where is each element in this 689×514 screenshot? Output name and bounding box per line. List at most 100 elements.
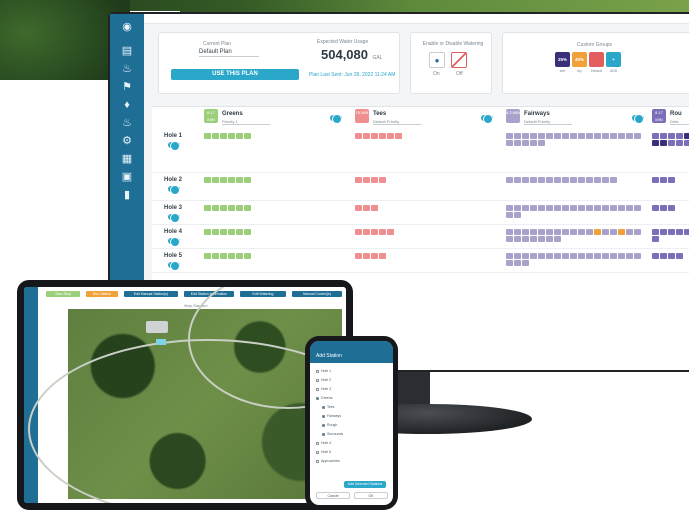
station-chip[interactable]: [244, 133, 251, 139]
phone-list-item[interactable]: Greens: [316, 396, 332, 400]
station-chip[interactable]: [379, 229, 386, 235]
station-chip[interactable]: [363, 253, 370, 259]
station-chip[interactable]: [618, 205, 625, 211]
station-chip[interactable]: [220, 177, 227, 183]
station-chip[interactable]: [538, 229, 545, 235]
station-chip[interactable]: [610, 229, 617, 235]
station-chip[interactable]: [522, 253, 529, 259]
station-chip[interactable]: [634, 253, 641, 259]
map-icon[interactable]: ▣: [119, 170, 135, 184]
station-chip[interactable]: [660, 133, 667, 139]
phone-list-item[interactable]: Rough: [322, 423, 337, 427]
station-chip[interactable]: [626, 229, 633, 235]
station-chip[interactable]: [236, 177, 243, 183]
station-chip[interactable]: [586, 253, 593, 259]
station-chip[interactable]: [652, 133, 659, 139]
station-chip[interactable]: [684, 133, 689, 139]
station-chip[interactable]: [204, 205, 211, 211]
ok-button[interactable]: OK: [354, 492, 388, 499]
station-chip[interactable]: [554, 229, 561, 235]
station-chip[interactable]: [220, 229, 227, 235]
station-chip[interactable]: [570, 177, 577, 183]
station-chip[interactable]: [363, 229, 370, 235]
station-chip[interactable]: [228, 229, 235, 235]
station-chip[interactable]: [236, 133, 243, 139]
phone-list-item[interactable]: Tees: [322, 405, 334, 409]
station-chip[interactable]: [379, 133, 386, 139]
station-chip[interactable]: [506, 205, 513, 211]
station-chip[interactable]: [634, 229, 641, 235]
station-chip[interactable]: [594, 205, 601, 211]
station-chip[interactable]: [220, 205, 227, 211]
station-chip[interactable]: [387, 133, 394, 139]
tablet-toolbar-button[interactable]: Edit Manual Station(s): [124, 291, 178, 297]
phone-list-item[interactable]: Hole 2: [316, 378, 331, 382]
station-chip[interactable]: [228, 205, 235, 211]
station-chip[interactable]: [652, 229, 659, 235]
hole-toggle[interactable]: [168, 141, 180, 151]
station-chip[interactable]: [387, 229, 394, 235]
station-chip[interactable]: [530, 205, 537, 211]
station-chip[interactable]: [538, 133, 545, 139]
tablet-toolbar-button[interactable]: Run Station: [86, 291, 118, 297]
station-chip[interactable]: [506, 253, 513, 259]
station-chip[interactable]: [514, 229, 521, 235]
station-chip[interactable]: [618, 229, 625, 235]
station-chip[interactable]: [355, 253, 362, 259]
station-chip[interactable]: [538, 253, 545, 259]
station-chip[interactable]: [212, 177, 219, 183]
station-chip[interactable]: [554, 236, 561, 242]
station-chip[interactable]: [355, 205, 362, 211]
station-chip[interactable]: [204, 253, 211, 259]
station-chip[interactable]: [228, 253, 235, 259]
station-chip[interactable]: [514, 253, 521, 259]
station-chip[interactable]: [522, 229, 529, 235]
station-chip[interactable]: [610, 133, 617, 139]
station-chip[interactable]: [506, 260, 513, 266]
station-chip[interactable]: [668, 229, 675, 235]
column-priority-select[interactable]: Default Priority: [524, 119, 572, 125]
station-chip[interactable]: [506, 140, 513, 146]
water-off-button[interactable]: [451, 52, 467, 68]
phone-list-item[interactable]: Hole 5: [316, 450, 331, 454]
station-chip[interactable]: [618, 253, 625, 259]
station-chip[interactable]: [676, 140, 683, 146]
flag-icon[interactable]: ⚑: [119, 80, 135, 94]
station-chip[interactable]: [626, 133, 633, 139]
station-chip[interactable]: [220, 253, 227, 259]
station-chip[interactable]: [668, 177, 675, 183]
station-chip[interactable]: [554, 177, 561, 183]
station-chip[interactable]: [652, 140, 659, 146]
hole-toggle[interactable]: [168, 237, 180, 247]
station-chip[interactable]: [546, 229, 553, 235]
checkbox-icon[interactable]: [316, 459, 319, 463]
station-chip[interactable]: [379, 177, 386, 183]
station-chip[interactable]: [522, 133, 529, 139]
station-chip[interactable]: [660, 205, 667, 211]
station-chip[interactable]: [586, 177, 593, 183]
station-chip[interactable]: [554, 133, 561, 139]
phone-list-item[interactable]: Hole 4: [316, 441, 331, 445]
station-chip[interactable]: [530, 140, 537, 146]
station-chip[interactable]: [652, 177, 659, 183]
custom-group-0[interactable]: 25% wet: [555, 52, 570, 73]
station-chip[interactable]: [546, 253, 553, 259]
station-chip[interactable]: [668, 205, 675, 211]
station-chip[interactable]: [660, 253, 667, 259]
station-chip[interactable]: [594, 177, 601, 183]
station-chip[interactable]: [660, 177, 667, 183]
station-chip[interactable]: [371, 177, 378, 183]
station-chip[interactable]: [355, 177, 362, 183]
station-chip[interactable]: [514, 140, 521, 146]
checkbox-icon[interactable]: [316, 387, 319, 391]
station-chip[interactable]: [363, 205, 370, 211]
station-chip[interactable]: [538, 177, 545, 183]
station-chip[interactable]: [602, 229, 609, 235]
station-chip[interactable]: [244, 205, 251, 211]
checkbox-icon[interactable]: [316, 450, 319, 454]
station-chip[interactable]: [652, 205, 659, 211]
water-icon[interactable]: ♨: [119, 116, 135, 130]
sprinkler-icon[interactable]: ♨: [119, 62, 135, 76]
station-chip[interactable]: [228, 177, 235, 183]
station-chip[interactable]: [626, 205, 633, 211]
